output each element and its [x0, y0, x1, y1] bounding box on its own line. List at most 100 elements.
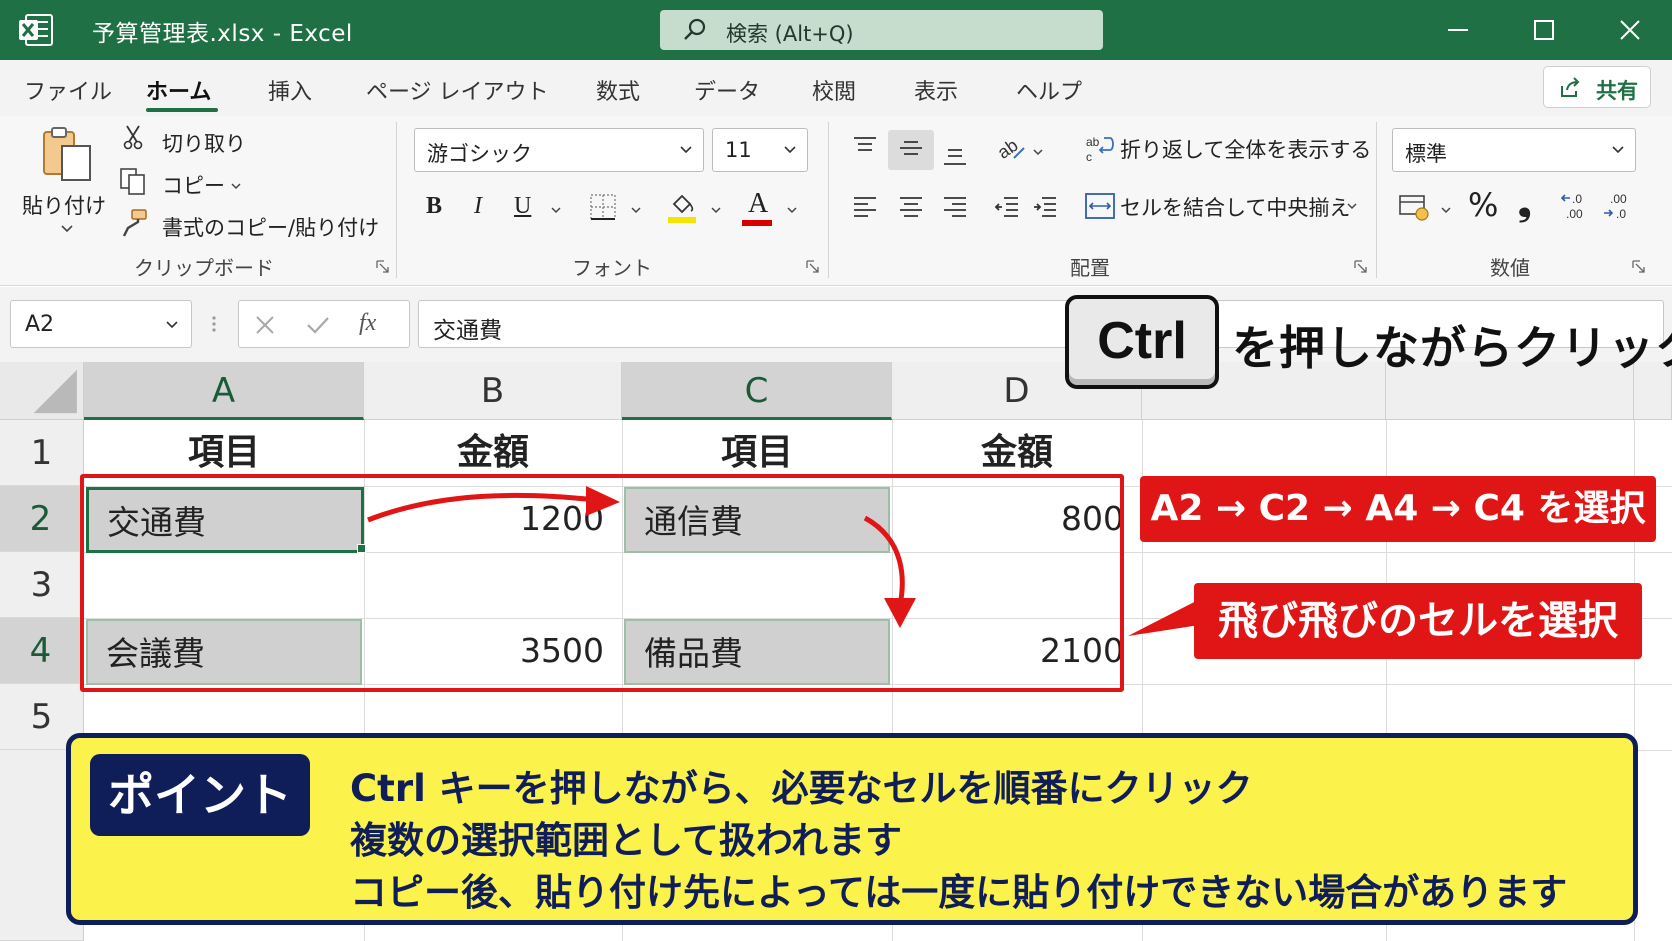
formula-input-value: 交通費 — [433, 318, 502, 344]
minimize-icon[interactable] — [1440, 12, 1476, 48]
group-separator — [828, 122, 829, 278]
clipboard-dialog-launcher-icon[interactable] — [376, 260, 390, 274]
font-group-label: フォント — [572, 256, 652, 280]
paste-chevron-down-icon[interactable] — [60, 222, 74, 236]
accounting-format-icon[interactable] — [1398, 192, 1432, 222]
column-header-c[interactable]: C — [622, 362, 892, 420]
orientation-chevron-down-icon[interactable] — [1032, 146, 1044, 158]
bottom-align-icon[interactable] — [940, 140, 970, 170]
top-align-icon[interactable] — [850, 134, 880, 164]
underline-button[interactable]: U — [514, 193, 531, 220]
tip-line-1: Ctrl キーを押しながら、必要なセルを順番にクリック — [350, 767, 1253, 810]
merge-center-button[interactable]: セルを結合して中央揃え — [1120, 192, 1350, 222]
share-label: 共有 — [1596, 79, 1638, 103]
alignment-dialog-launcher-icon[interactable] — [1354, 260, 1368, 274]
tab-formulas[interactable]: 数式 — [596, 74, 640, 106]
borders-chevron-down-icon[interactable] — [630, 204, 642, 216]
tab-page-layout[interactable]: ページ レイアウト — [366, 74, 549, 106]
underline-chevron-down-icon[interactable] — [550, 204, 562, 216]
search-icon — [684, 18, 706, 40]
share-button[interactable]: 共有 — [1543, 66, 1651, 108]
format-painter-icon[interactable] — [120, 208, 150, 238]
formula-buttons: fx — [238, 300, 410, 348]
column-header-a[interactable]: A — [84, 362, 364, 420]
increase-decimal-icon[interactable]: .0 .00 — [1560, 190, 1594, 222]
active-tab-indicator — [146, 108, 218, 112]
paste-button[interactable]: 貼り付け — [22, 190, 106, 220]
decrease-indent-icon[interactable] — [992, 192, 1022, 222]
font-dialog-launcher-icon[interactable] — [806, 260, 820, 274]
number-format-select[interactable]: 標準 — [1392, 128, 1636, 172]
tab-file[interactable]: ファイル — [24, 74, 112, 106]
tab-insert[interactable]: 挿入 — [268, 74, 312, 106]
tab-data[interactable]: データ — [694, 74, 760, 106]
tip-badge: ポイント — [90, 754, 310, 836]
tab-view[interactable]: 表示 — [914, 74, 958, 106]
close-icon[interactable] — [1612, 12, 1648, 48]
font-color-chevron-down-icon[interactable] — [786, 204, 798, 216]
cancel-entry-icon[interactable] — [253, 313, 277, 337]
clipboard-group-label: クリップボード — [134, 256, 274, 280]
align-right-icon[interactable] — [940, 192, 970, 222]
row-header-2[interactable]: 2 — [0, 486, 84, 552]
tip-line-2: 複数の選択範囲として扱われます — [350, 819, 903, 862]
select-all-corner[interactable] — [0, 362, 84, 420]
align-left-icon[interactable] — [850, 192, 880, 222]
svg-text:c: c — [1086, 150, 1092, 164]
font-name-select[interactable]: 游ゴシック — [414, 128, 704, 172]
font-size-select[interactable]: 11 — [712, 128, 808, 172]
paste-icon[interactable] — [38, 124, 98, 184]
cut-icon[interactable] — [120, 124, 146, 150]
format-painter-button[interactable]: 書式のコピー/貼り付け — [162, 212, 379, 242]
row-header-1[interactable]: 1 — [0, 420, 84, 486]
fill-color-chevron-down-icon[interactable] — [710, 204, 722, 216]
accounting-chevron-down-icon[interactable] — [1440, 204, 1452, 216]
merge-center-icon[interactable] — [1084, 190, 1116, 222]
percent-style-button[interactable]: % — [1468, 186, 1498, 224]
alignment-group-label: 配置 — [1070, 256, 1110, 280]
font-name-value: 游ゴシック — [427, 142, 532, 166]
wrap-text-button[interactable]: 折り返して全体を表示する — [1120, 134, 1371, 164]
bold-button[interactable]: B — [426, 193, 442, 220]
tab-help[interactable]: ヘルプ — [1016, 74, 1082, 106]
borders-icon[interactable] — [588, 192, 618, 222]
cut-button[interactable]: 切り取り — [162, 128, 246, 158]
increase-indent-icon[interactable] — [1030, 192, 1060, 222]
merge-chevron-down-icon[interactable] — [1346, 200, 1358, 212]
copy-icon[interactable] — [118, 166, 148, 196]
insert-function-button[interactable]: fx — [359, 310, 376, 337]
font-color-button[interactable]: A — [748, 188, 768, 220]
row-header-4[interactable]: 4 — [0, 618, 84, 684]
align-center-icon[interactable] — [896, 192, 926, 222]
number-format-value: 標準 — [1405, 142, 1447, 166]
confirm-entry-icon[interactable] — [305, 313, 331, 337]
group-separator — [1376, 122, 1377, 278]
svg-text:ab: ab — [1086, 135, 1100, 149]
font-color-swatch — [742, 220, 772, 226]
copy-button[interactable]: コピー — [162, 170, 225, 200]
tab-home[interactable]: ホーム — [146, 74, 211, 106]
chevron-down-icon — [784, 146, 796, 154]
tab-review[interactable]: 校閲 — [812, 74, 856, 106]
column-header-b[interactable]: B — [364, 362, 622, 420]
scattered-cells-label: 飛び飛びのセルを選択 — [1194, 583, 1642, 659]
fill-color-icon[interactable] — [666, 190, 698, 224]
row-header-3[interactable]: 3 — [0, 552, 84, 618]
italic-button[interactable]: I — [474, 193, 482, 220]
formula-bar-grip-icon[interactable] — [208, 312, 220, 336]
middle-align-icon[interactable] — [896, 134, 926, 164]
name-box[interactable]: A2 — [10, 300, 192, 348]
search-input[interactable]: 検索 (Alt+Q) — [660, 10, 1103, 50]
comma-style-button[interactable]: ❟ — [1518, 184, 1531, 224]
svg-text:ab: ab — [994, 135, 1022, 163]
chevron-down-icon — [1612, 146, 1624, 154]
wrap-text-icon[interactable]: ab c — [1084, 132, 1116, 164]
decrease-decimal-icon[interactable]: .00 .0 — [1602, 190, 1636, 222]
copy-chevron-down-icon[interactable] — [230, 180, 242, 192]
orientation-icon[interactable]: ab — [994, 132, 1028, 166]
window-title: 予算管理表.xlsx - Excel — [92, 21, 353, 47]
maximize-icon[interactable] — [1526, 12, 1562, 48]
number-group-label: 数値 — [1490, 256, 1530, 280]
ctrl-key-graphic: Ctrl — [1065, 295, 1219, 389]
number-dialog-launcher-icon[interactable] — [1632, 260, 1646, 274]
